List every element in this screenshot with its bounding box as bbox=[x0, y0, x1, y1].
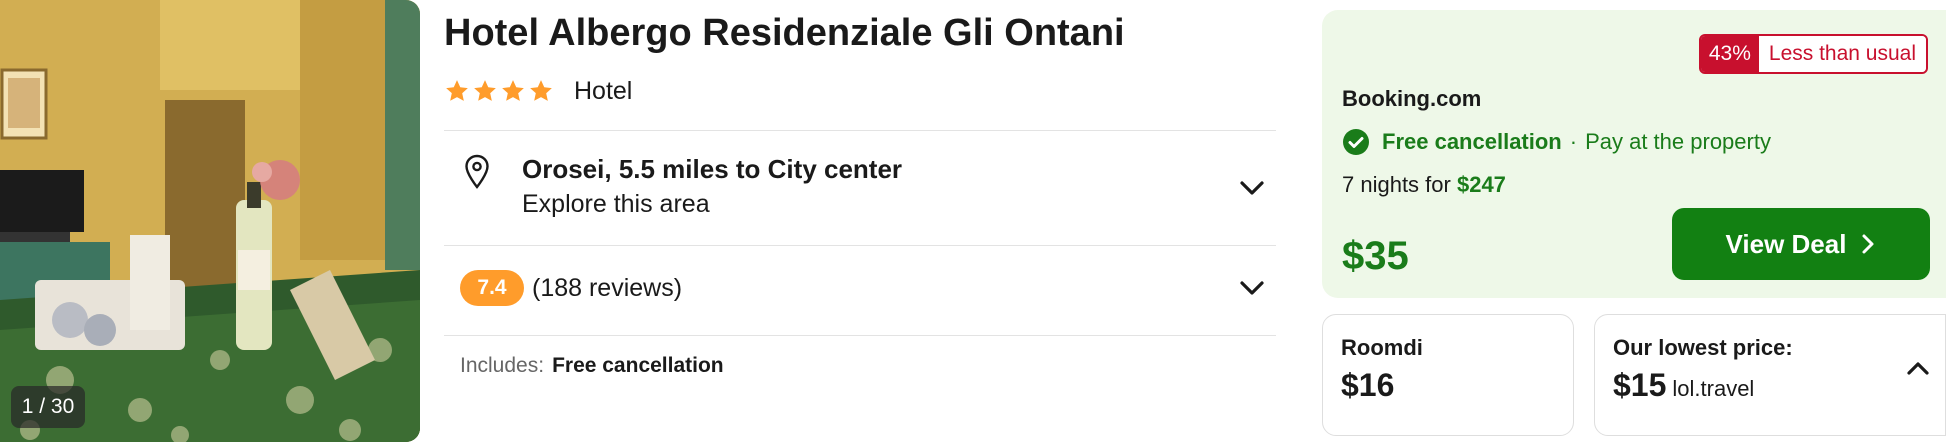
separator-dot: · bbox=[1569, 129, 1578, 154]
badge-percent: 43% bbox=[1700, 36, 1759, 72]
includes-label: Includes: bbox=[460, 354, 545, 377]
map-pin-icon bbox=[465, 154, 489, 189]
deal-provider: Booking.com bbox=[1342, 86, 1482, 111]
nights-total-price: $247 bbox=[1456, 172, 1506, 197]
review-count: (188 reviews) bbox=[532, 274, 683, 302]
nights-text: 7 nights for bbox=[1342, 172, 1451, 197]
lowest-price-row: $15 lol.travel bbox=[1613, 367, 1754, 404]
includes-row: Includes: Free cancellation bbox=[460, 354, 724, 378]
price-drop-badge: 43% Less than usual bbox=[1698, 34, 1928, 74]
view-deal-button[interactable]: View Deal bbox=[1672, 208, 1930, 280]
lowest-price-value: $15 bbox=[1613, 367, 1667, 403]
lowest-price-provider: lol.travel bbox=[1672, 376, 1755, 401]
photo-counter: 1 / 30 bbox=[11, 386, 85, 428]
lowest-price-label: Our lowest price: bbox=[1613, 335, 1793, 360]
location-title: Orosei, 5.5 miles to City center bbox=[522, 154, 903, 184]
star-icon bbox=[446, 80, 468, 101]
chevron-down-icon[interactable] bbox=[1238, 178, 1266, 198]
badge-text: Less than usual bbox=[1758, 36, 1926, 72]
star-icon bbox=[502, 80, 524, 101]
reviews-row[interactable]: 7.4 (188 reviews) bbox=[444, 246, 1276, 334]
nights-total-row: 7 nights for $247 bbox=[1342, 172, 1506, 198]
star-rating bbox=[444, 78, 554, 104]
hotel-info: Hotel Albergo Residenziale Gli Ontani Ho… bbox=[444, 0, 1276, 442]
check-circle-icon bbox=[1343, 129, 1369, 155]
free-cancellation-label: Free cancellation bbox=[1382, 129, 1562, 154]
alt-provider: Roomdi bbox=[1341, 335, 1423, 360]
star-icon bbox=[474, 80, 496, 101]
hotel-type: Hotel bbox=[574, 76, 633, 105]
lowest-price-card[interactable]: Our lowest price: $15 lol.travel bbox=[1594, 314, 1946, 436]
divider bbox=[444, 130, 1276, 131]
pay-at-property-label: Pay at the property bbox=[1585, 129, 1771, 154]
rating-row: Hotel bbox=[444, 74, 632, 108]
divider bbox=[444, 335, 1276, 336]
hotel-photo[interactable]: 1 / 30 bbox=[0, 0, 420, 442]
location-row[interactable]: Orosei, 5.5 miles to City center Explore… bbox=[444, 132, 1276, 244]
hotel-name[interactable]: Hotel Albergo Residenziale Gli Ontani bbox=[444, 12, 1125, 55]
alt-price-card[interactable]: Roomdi $16 bbox=[1322, 314, 1574, 436]
explore-area-link[interactable]: Explore this area bbox=[522, 190, 710, 219]
cancellation-row: Free cancellation · Pay at the property bbox=[1342, 128, 1771, 156]
chevron-up-icon[interactable] bbox=[1905, 359, 1931, 377]
includes-value: Free cancellation bbox=[552, 354, 724, 377]
deal-box[interactable]: 43% Less than usual Booking.com Free can… bbox=[1322, 10, 1946, 298]
chevron-down-icon[interactable] bbox=[1238, 278, 1266, 298]
hotel-room-image bbox=[0, 0, 420, 442]
deal-price: $35 bbox=[1342, 234, 1409, 278]
review-score-badge: 7.4 bbox=[460, 270, 524, 306]
alt-price: $16 bbox=[1341, 367, 1395, 403]
star-icon bbox=[530, 80, 552, 101]
chevron-right-icon bbox=[1862, 234, 1874, 254]
view-deal-label: View Deal bbox=[1725, 228, 1847, 259]
